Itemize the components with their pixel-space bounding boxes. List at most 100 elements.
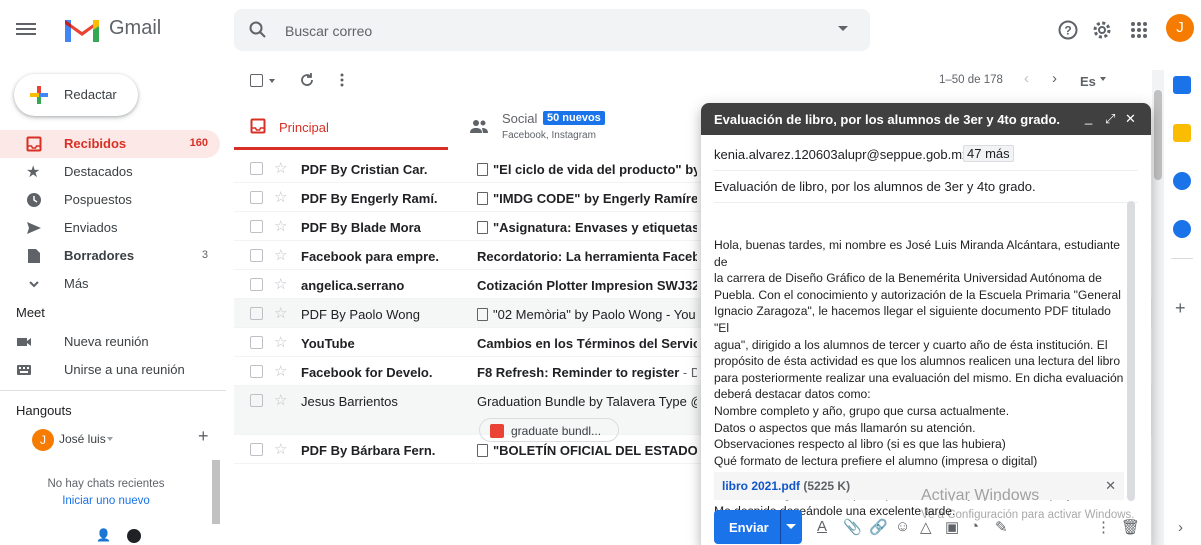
menu-icon[interactable] [16,20,36,40]
gmail-logo[interactable] [62,14,102,44]
start-chat-link[interactable]: Iniciar uno nuevo [0,495,212,507]
star-icon[interactable]: ☆ [274,217,287,235]
row-checkbox[interactable] [250,307,263,320]
hangouts-icon[interactable] [127,529,141,543]
contacts-icon[interactable] [1173,220,1191,238]
format-text-icon[interactable]: A [817,518,827,535]
star-icon[interactable]: ☆ [274,391,287,409]
sidebar: Redactar Recibidos 160 ★ Destacados Posp… [0,62,226,545]
sidebar-item-inbox[interactable]: Recibidos 160 [0,130,220,158]
star-icon[interactable]: ☆ [274,304,287,322]
avatar[interactable]: J [32,429,54,451]
add-addon-icon[interactable]: + [1175,298,1186,319]
compose-window: Evaluación de libro, por los alumnos de … [701,103,1151,545]
calendar-icon[interactable] [1173,76,1191,94]
chevron-down-icon[interactable] [269,79,275,83]
send-button[interactable]: Enviar [714,510,802,544]
add-chat-icon[interactable]: + [198,426,209,447]
sidebar-item-label: Pospuestos [64,192,132,207]
keep-icon[interactable] [1173,124,1191,142]
top-bar: Gmail Buscar correo ? J [0,0,1201,62]
star-icon[interactable]: ☆ [274,275,287,293]
tasks-icon[interactable] [1173,172,1191,190]
row-checkbox[interactable] [250,249,263,262]
chevron-down-icon[interactable] [107,437,113,441]
prev-page-icon[interactable]: ‹ [1024,70,1029,87]
keyboard-icon [17,365,31,375]
tab-principal[interactable]: Principal [234,104,448,150]
star-icon[interactable]: ☆ [274,440,287,458]
row-checkbox[interactable] [250,278,263,291]
minimize-icon[interactable]: _ [1085,110,1092,125]
row-checkbox[interactable] [250,220,263,233]
chevron-down-icon[interactable] [1100,77,1106,81]
star-icon[interactable]: ☆ [274,159,287,177]
meet-heading: Meet [16,305,45,320]
select-all-checkbox[interactable] [250,74,263,87]
apps-icon[interactable] [1128,19,1150,41]
link-icon[interactable]: 🔗 [869,518,888,536]
inbox-icon [250,118,266,134]
sidebar-item-sent[interactable]: Enviados [0,214,220,242]
document-icon [477,444,488,457]
scrollbar[interactable] [1127,201,1135,501]
star-icon[interactable]: ☆ [274,188,287,206]
compose-label: Redactar [64,87,117,102]
sender: Facebook for Develo. [301,365,433,380]
divider [780,510,781,544]
row-checkbox[interactable] [250,336,263,349]
tab-social[interactable]: Social 50 nuevos Facebook, Instagram [448,104,698,150]
star-icon[interactable]: ☆ [274,246,287,264]
compose-titlebar[interactable]: Evaluación de libro, por los alumnos de … [701,103,1151,135]
sidebar-item-snoozed[interactable]: Pospuestos [0,186,220,214]
subject-field[interactable]: Evaluación de libro, por los alumnos de … [714,171,1138,203]
sender: Jesus Barrientos [301,394,398,409]
help-icon[interactable]: ? [1057,19,1079,41]
more-vert-icon[interactable] [339,72,345,88]
close-icon[interactable]: ✕ [1125,111,1136,127]
remove-attachment-icon[interactable]: ✕ [1105,478,1116,494]
search-bar[interactable]: Buscar correo [234,9,870,51]
emoji-icon[interactable]: ☺ [895,518,910,535]
body-line: Puebla. Con el conocimiento y autorizaci… [714,287,1121,302]
attach-icon[interactable]: 📎 [843,518,862,536]
scrollbar-thumb[interactable] [1154,90,1162,180]
meet-item-label: Nueva reunión [64,334,149,349]
body-line: Nombre completo y año, grupo que cursa a… [714,403,1010,418]
star-icon: ★ [26,164,41,181]
row-checkbox[interactable] [250,394,263,407]
gear-icon[interactable] [1091,19,1113,41]
row-checkbox[interactable] [250,443,263,456]
row-checkbox[interactable] [250,365,263,378]
hangouts-user[interactable]: José luis [59,432,106,446]
compose-button[interactable]: Redactar [14,74,138,116]
expand-panel-icon[interactable]: › [1178,519,1183,536]
account-avatar[interactable]: J [1166,14,1194,42]
search-options-icon[interactable] [838,26,848,31]
body-line: Qué formato de lectura prefiere el alumn… [714,453,1038,468]
meet-join-meeting[interactable]: Unirse a una reunión [0,356,220,384]
star-icon[interactable]: ☆ [274,362,287,380]
person-icon[interactable]: 👤 [96,528,111,542]
search-icon[interactable] [248,20,268,40]
sidebar-item-drafts[interactable]: Borradores 3 [0,242,220,270]
search-input[interactable]: Buscar correo [285,23,372,39]
hangouts-heading: Hangouts [16,403,72,418]
attachment-chip[interactable]: libro 2021.pdf (5225 K) ✕ [714,472,1124,500]
subject: "02 Memòria" by Paolo Wong - You re [477,307,697,322]
refresh-icon[interactable] [299,72,315,88]
star-icon[interactable]: ☆ [274,333,287,351]
sidebar-item-starred[interactable]: ★ Destacados [0,158,220,186]
to-field[interactable]: kenia.alvarez.120603alupr@seppue.gob.mx … [714,139,1138,171]
sidebar-item-more[interactable]: Más [0,270,220,291]
next-page-icon[interactable]: › [1052,70,1057,87]
row-checkbox[interactable] [250,191,263,204]
send-options-icon[interactable] [786,524,796,529]
row-checkbox[interactable] [250,162,263,175]
input-language[interactable]: Es [1080,74,1096,89]
expand-icon[interactable]: ⤢ [1105,111,1115,127]
more-recipients[interactable]: 47 más [963,145,1014,162]
divider [0,390,226,391]
scrollbar[interactable] [212,460,220,524]
meet-new-meeting[interactable]: Nueva reunión [0,328,220,356]
